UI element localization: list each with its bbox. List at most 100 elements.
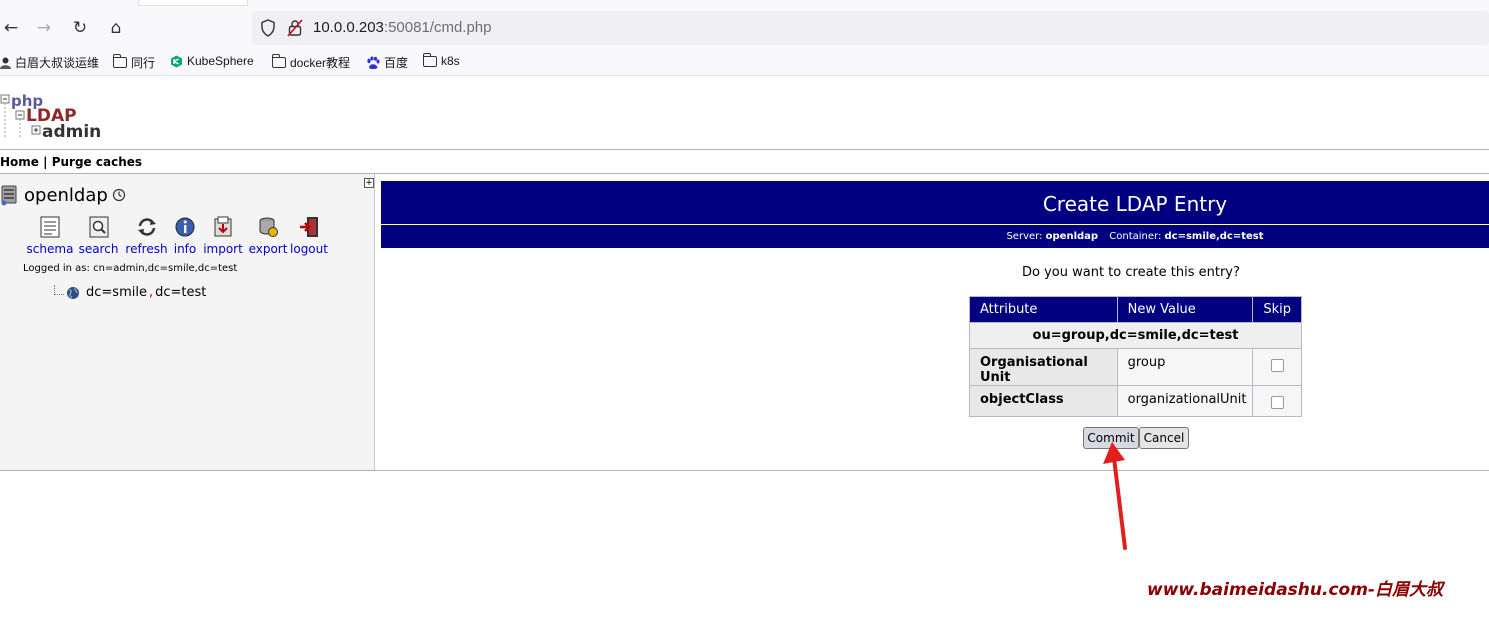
attr-value: organizationalUnit xyxy=(1116,385,1254,417)
shield-icon xyxy=(261,19,275,37)
col-new-value: New Value xyxy=(1116,296,1254,323)
folder-icon xyxy=(423,52,437,67)
schema-action[interactable]: schema xyxy=(26,216,74,256)
schema-icon xyxy=(40,216,60,238)
logged-in-text: Logged in as: cn=admin,dc=smile,dc=test xyxy=(23,263,238,274)
purge-caches-link[interactable]: Purge caches xyxy=(52,155,142,169)
clock-icon xyxy=(112,188,125,202)
refresh-label: refresh xyxy=(125,242,168,256)
export-action[interactable]: export xyxy=(246,216,290,256)
export-label: export xyxy=(248,242,288,256)
bookmark-label: 白眉大叔谈运维 xyxy=(15,56,100,70)
insecure-lock-icon xyxy=(287,19,303,37)
bookmark-item[interactable]: docker教程 xyxy=(272,54,350,71)
annotation-arrow xyxy=(1103,442,1127,550)
kubesphere-icon xyxy=(171,55,182,67)
schema-label: schema xyxy=(26,242,74,256)
attr-name: Organisational Unit xyxy=(969,348,1118,386)
bookmark-label: 百度 xyxy=(384,56,409,70)
url-path: :50081/cmd.php xyxy=(383,19,492,36)
reload-icon[interactable]: ↻ xyxy=(69,17,91,39)
server-label: Server: xyxy=(1006,231,1043,242)
server-icon xyxy=(1,185,17,206)
logo-admin: admin xyxy=(42,122,101,140)
expand-panel-icon[interactable]: + xyxy=(364,178,374,188)
baidu-paw-icon xyxy=(367,56,380,69)
search-action[interactable]: search xyxy=(74,216,123,256)
url-text: 10.0.0.203:50081/cmd.php xyxy=(313,19,491,36)
dn-row: ou=group,dc=smile,dc=test xyxy=(969,322,1302,349)
bookmark-label: docker教程 xyxy=(290,56,351,70)
container-label: Container: xyxy=(1109,231,1162,242)
folder-icon xyxy=(272,54,286,68)
table-row: objectClass organizationalUnit xyxy=(969,385,1302,417)
bookmark-item[interactable]: k8s xyxy=(423,52,460,68)
skip-cell xyxy=(1252,385,1302,417)
nav-separator: | xyxy=(43,155,48,169)
attr-name: objectClass xyxy=(969,385,1118,417)
address-bar[interactable]: 10.0.0.203:50081/cmd.php xyxy=(252,11,1489,45)
server-value: openldap xyxy=(1045,231,1099,242)
attr-value: group xyxy=(1116,348,1254,386)
watermark-text: www.baimeidashu.com-白眉大叔 xyxy=(1147,580,1443,600)
import-action[interactable]: import xyxy=(200,216,246,256)
page-header: Create LDAP Entry Server: openldap Conta… xyxy=(381,181,1489,248)
cancel-button[interactable]: Cancel xyxy=(1139,427,1189,449)
export-icon xyxy=(259,217,278,237)
refresh-icon xyxy=(137,218,156,236)
container-value: dc=smile,dc=test xyxy=(1164,231,1264,242)
globe-icon xyxy=(67,286,79,299)
bookmark-item[interactable]: 百度 xyxy=(366,54,408,71)
bookmark-label: k8s xyxy=(441,54,460,68)
avatar-icon xyxy=(0,57,11,69)
divider xyxy=(0,470,1489,471)
bookmark-label: KubeSphere xyxy=(187,54,254,68)
tree-node-sep: , xyxy=(148,285,154,300)
dn-value: ou=group,dc=smile,dc=test xyxy=(969,322,1302,349)
table-header-row: Attribute New Value Skip xyxy=(969,296,1302,323)
tree-connector xyxy=(54,284,64,295)
info-action[interactable]: info xyxy=(170,216,200,256)
folder-icon xyxy=(113,54,127,68)
import-icon xyxy=(214,216,232,237)
tree-node-a: dc=smile xyxy=(86,285,147,300)
server-name[interactable]: openldap xyxy=(24,185,108,206)
page-subtitle: Server: openldap Container: dc=smile,dc=… xyxy=(381,231,1489,242)
logout-icon xyxy=(300,217,318,237)
col-skip: Skip xyxy=(1252,296,1302,323)
phpldapadmin-logo: php LDAP admin xyxy=(0,92,101,140)
info-label: info xyxy=(173,242,197,256)
col-attribute: Attribute xyxy=(969,296,1118,323)
skip-cell xyxy=(1252,348,1302,386)
top-nav: Home | Purge caches xyxy=(0,155,142,169)
forward-icon[interactable]: → xyxy=(33,17,55,39)
bookmark-item[interactable]: 白眉大叔谈运维 xyxy=(0,54,99,71)
logout-label: logout xyxy=(290,242,328,256)
active-tab[interactable] xyxy=(138,0,248,6)
tree-node-base-dn[interactable]: dc=smile , dc=test xyxy=(54,284,207,300)
back-icon[interactable]: ← xyxy=(0,17,22,39)
home-icon[interactable]: ⌂ xyxy=(105,17,127,39)
tree-node-b: dc=test xyxy=(155,285,207,300)
bookmark-item[interactable]: KubeSphere xyxy=(170,54,254,68)
search-icon xyxy=(89,216,108,238)
entry-table: Attribute New Value Skip ou=group,dc=smi… xyxy=(969,296,1302,417)
bookmark-label: 同行 xyxy=(131,56,156,70)
home-link[interactable]: Home xyxy=(0,155,39,169)
skip-checkbox[interactable] xyxy=(1270,396,1284,409)
server-actions: schema search refresh info import export… xyxy=(26,216,328,256)
divider xyxy=(0,149,1489,150)
url-host: 10.0.0.203 xyxy=(313,19,384,36)
logout-action[interactable]: logout xyxy=(290,216,328,256)
info-icon xyxy=(175,217,195,237)
refresh-action[interactable]: refresh xyxy=(123,216,170,256)
table-row: Organisational Unit group xyxy=(969,348,1302,386)
browser-toolbar: ← → ↻ ⌂ 10.0.0.203:50081/cmd.php xyxy=(0,0,1489,46)
header-divider xyxy=(381,224,1489,225)
bookmark-item[interactable]: 同行 xyxy=(113,54,155,71)
server-title: openldap xyxy=(0,184,126,206)
confirm-question: Do you want to create this entry? xyxy=(1022,265,1240,280)
page-title: Create LDAP Entry xyxy=(1042,192,1228,216)
skip-checkbox[interactable] xyxy=(1270,359,1284,372)
bookmarks-bar: 白眉大叔谈运维 同行 KubeSphere docker教程 百度 k8s xyxy=(0,46,1489,76)
